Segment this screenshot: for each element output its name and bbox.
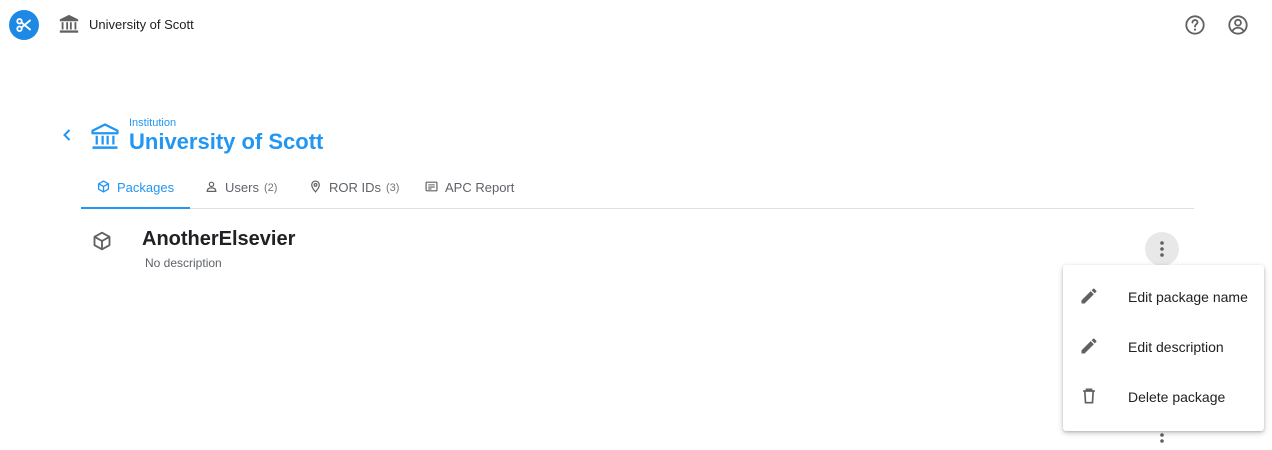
app-logo[interactable] <box>9 10 39 40</box>
back-button[interactable] <box>58 125 76 145</box>
bank-icon <box>59 14 79 33</box>
more-vertical-icon <box>1160 241 1164 257</box>
tab-label: ROR IDs <box>329 180 381 195</box>
trash-icon <box>1083 388 1095 404</box>
more-vertical-icon <box>1160 433 1164 443</box>
tab-packages[interactable]: Packages <box>81 167 190 209</box>
scissors-icon <box>16 18 31 32</box>
menu-item-label: Edit package name <box>1128 289 1248 305</box>
person-icon <box>206 181 217 192</box>
top-bar: University of Scott <box>0 0 1272 50</box>
menu-item-label: Delete package <box>1128 389 1226 405</box>
menu-item-edit-description[interactable]: Edit description <box>1063 322 1264 372</box>
help-circle-icon[interactable] <box>1184 14 1206 36</box>
menu-item-label: Edit description <box>1128 339 1224 355</box>
map-pin-icon <box>311 179 320 193</box>
pencil-icon <box>1081 338 1097 354</box>
menu-item-edit-name[interactable]: Edit package name <box>1063 272 1264 322</box>
bank-icon <box>91 123 119 149</box>
package-description: No description <box>145 256 222 270</box>
tab-label: Packages <box>117 180 175 195</box>
tab-label: Users <box>225 180 259 195</box>
pencil-icon <box>1081 288 1097 304</box>
tab-apc-report[interactable]: APC Report <box>425 167 514 208</box>
package-icon <box>97 179 110 193</box>
tab-count: (2) <box>263 181 278 194</box>
tab-count: (3) <box>386 181 400 194</box>
package-icon <box>93 231 111 251</box>
report-icon <box>425 181 438 191</box>
tab-ror-ids[interactable]: ROR IDs (3) <box>309 167 399 208</box>
tab-bar: Packages Users (2) ROR IDs (3) APC Repor… <box>81 167 1194 209</box>
page-title: University of Scott <box>129 129 324 154</box>
tab-users[interactable]: Users (2) <box>205 167 277 208</box>
account-circle-icon[interactable] <box>1227 14 1249 36</box>
row-menu-button[interactable] <box>1145 430 1179 450</box>
institution-name[interactable]: University of Scott <box>89 17 194 32</box>
package-name[interactable]: AnotherElsevier <box>142 228 295 251</box>
package-menu-button[interactable] <box>1145 232 1179 266</box>
package-actions-menu: Edit package name Edit description Delet… <box>1063 265 1264 431</box>
page-kicker: Institution <box>129 117 177 129</box>
chevron-left-icon <box>63 129 71 141</box>
menu-item-delete[interactable]: Delete package <box>1063 372 1264 422</box>
tab-label: APC Report <box>445 180 515 195</box>
